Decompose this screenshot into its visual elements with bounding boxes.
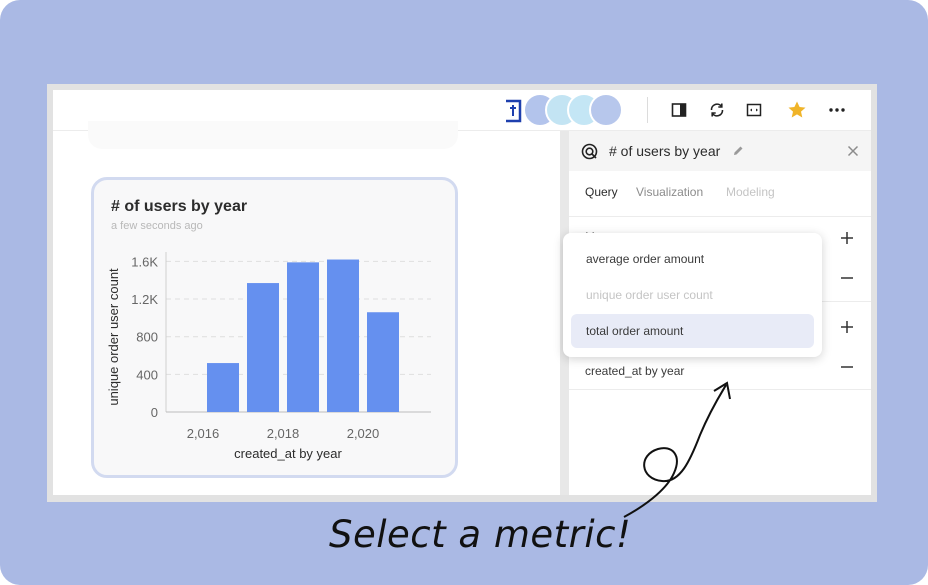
option-label: average order amount <box>586 252 705 266</box>
annotation-text: Select a metric! <box>329 513 632 556</box>
option-unique-order-user-count: unique order user count <box>571 278 814 312</box>
plus-icon[interactable] <box>839 319 855 335</box>
metric-dropdown: average order amount unique order user c… <box>563 233 822 357</box>
toolbar-divider <box>647 97 648 123</box>
query-icon <box>581 143 598 160</box>
option-label: unique order user count <box>586 288 713 302</box>
tab-modeling[interactable]: Modeling <box>726 185 775 199</box>
close-icon[interactable] <box>847 145 859 157</box>
y-tick-label: 400 <box>136 367 158 382</box>
x-axis-title: created_at by year <box>234 446 342 461</box>
previous-card[interactable] <box>88 121 458 149</box>
bar <box>247 283 279 412</box>
refresh-icon <box>710 103 724 117</box>
x-tick-label: 2,020 <box>347 426 380 441</box>
y-tick-label: 1.2K <box>131 292 158 307</box>
option-total-order-amount[interactable]: total order amount <box>571 314 814 348</box>
y-axis-title: unique order user count <box>106 268 121 406</box>
more-icon <box>829 108 845 112</box>
card-title: # of users by year <box>111 198 248 215</box>
favorite-button[interactable] <box>784 97 810 123</box>
fullscreen-button[interactable] <box>741 97 767 123</box>
panel-header: # of users by year <box>569 131 871 171</box>
pencil-icon[interactable] <box>732 145 744 157</box>
option-average-order-amount[interactable]: average order amount <box>571 242 814 276</box>
avatar <box>589 93 623 127</box>
section-divider <box>569 216 871 217</box>
bar <box>327 259 359 412</box>
tab-query[interactable]: Query <box>585 185 618 199</box>
bar-chart: 0 400 800 1.2K 1.6K 2,016 2,018 2,020 created_at… <box>106 252 431 461</box>
card-timestamp: a few seconds ago <box>111 220 203 232</box>
annotation-arrow <box>623 381 731 518</box>
sidebar-toggle-button[interactable] <box>666 97 692 123</box>
refresh-button[interactable] <box>704 97 730 123</box>
star-icon <box>788 101 806 118</box>
tab-visualization[interactable]: Visualization <box>636 185 703 199</box>
panel-title: # of users by year <box>609 143 721 159</box>
y-tick-label: 0 <box>151 405 158 420</box>
fullscreen-icon <box>746 103 762 117</box>
option-label: total order amount <box>586 324 684 338</box>
bar <box>287 262 319 412</box>
chart-card[interactable]: # of users by year a few seconds ago 0 40… <box>91 177 458 478</box>
collaborator-avatars[interactable] <box>523 93 628 127</box>
bar <box>207 363 239 412</box>
more-button[interactable] <box>824 97 850 123</box>
plus-icon[interactable] <box>839 230 855 246</box>
logo-icon <box>506 99 522 123</box>
y-tick-label: 1.6K <box>131 254 158 269</box>
minus-icon[interactable] <box>839 359 855 375</box>
y-tick-label: 800 <box>136 330 158 345</box>
dashboard-canvas: # of users by year a few seconds ago 0 40… <box>53 121 560 495</box>
x-tick-label: 2,018 <box>267 426 300 441</box>
bar <box>367 312 399 412</box>
x-tick-label: 2,016 <box>187 426 220 441</box>
sidebar-toggle-icon <box>671 103 687 117</box>
minus-icon[interactable] <box>839 270 855 286</box>
